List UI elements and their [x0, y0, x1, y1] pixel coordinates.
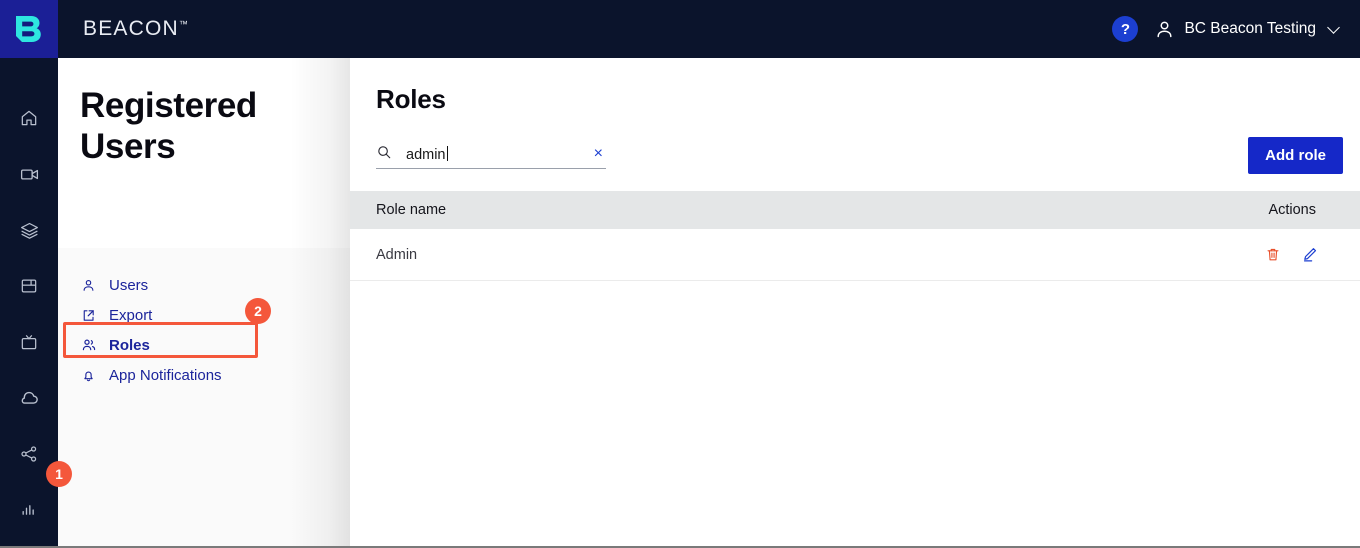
sidebar-item-app-notifications[interactable]: App Notifications	[80, 360, 350, 390]
roles-title: Roles	[376, 84, 446, 114]
brand-title: BEACON™	[83, 17, 188, 41]
roles-table-header: Role name Actions	[350, 191, 1360, 229]
rail-item-home[interactable]	[0, 98, 58, 138]
help-icon[interactable]: ?	[1112, 16, 1139, 42]
delete-icon[interactable]	[1265, 246, 1281, 263]
registered-users-panel: Registered Users Users Export Roles App …	[58, 58, 350, 546]
search-input-value: admin	[406, 146, 446, 163]
top-bar: BEACON™ ? BC Beacon Testing	[0, 0, 1360, 58]
sidebar-item-label: Users	[109, 276, 149, 294]
row-action-buttons	[1265, 246, 1334, 263]
album-icon	[21, 279, 37, 293]
account-name: BC Beacon Testing	[1184, 20, 1316, 37]
sidebar-item-label: Roles	[109, 336, 150, 354]
help-icon-label: ?	[1120, 20, 1131, 38]
top-bar-right: ? BC Beacon Testing	[1112, 16, 1340, 42]
clear-search-icon[interactable]: ×	[591, 146, 606, 162]
step-badge-1: 1	[46, 461, 72, 487]
bell-icon	[80, 368, 97, 383]
search-input[interactable]: admin	[406, 145, 591, 163]
step-badge-2: 2	[245, 298, 271, 324]
sidebar-item-roles[interactable]: Roles	[80, 330, 350, 360]
users-icon	[80, 337, 97, 353]
user-avatar-icon	[1157, 21, 1172, 37]
roles-panel: Roles admin × Add role Role name Actions…	[350, 58, 1360, 546]
cell-role-name: Admin	[376, 246, 418, 263]
add-role-button[interactable]: Add role	[1248, 137, 1343, 174]
sidebar-item-label: App Notifications	[109, 366, 222, 384]
user-icon	[80, 278, 97, 293]
table-row[interactable]: Admin	[350, 229, 1360, 281]
column-header-role-name: Role name	[376, 202, 447, 218]
search-field[interactable]: admin ×	[376, 140, 606, 169]
search-icon	[376, 144, 392, 165]
home-icon	[21, 110, 37, 126]
rail-item-library[interactable]	[0, 210, 58, 250]
sidebar-item-export[interactable]: Export	[80, 300, 350, 330]
export-icon	[80, 308, 97, 323]
beacon-logo[interactable]	[0, 0, 58, 58]
chevron-down-icon	[1327, 20, 1340, 34]
rail-item-channels[interactable]	[0, 322, 58, 362]
account-menu[interactable]: BC Beacon Testing	[1154, 19, 1340, 40]
column-header-actions: Actions	[1268, 202, 1316, 218]
panel-nav-area: Users Export Roles App Notifications	[58, 248, 350, 546]
bar-chart-icon	[22, 505, 34, 515]
panel-nav-list: Users Export Roles App Notifications	[58, 270, 350, 390]
layers-icon	[20, 222, 38, 239]
cloud-icon	[21, 391, 38, 404]
video-camera-icon	[20, 168, 38, 180]
share-icon	[21, 446, 37, 462]
rail-item-analytics[interactable]	[0, 490, 58, 530]
page-title: Registered Users	[80, 86, 257, 166]
app-window: BEACON™ ? BC Beacon Testing Registered U…	[0, 0, 1360, 548]
panel-header: Registered Users	[58, 58, 350, 248]
brand-name: BEACON	[83, 17, 179, 40]
rail-item-collections[interactable]	[0, 266, 58, 306]
rail-item-live[interactable]	[0, 154, 58, 194]
roles-header: Roles admin × Add role	[350, 58, 1360, 191]
rail-item-cloud[interactable]	[0, 378, 58, 418]
trademark-symbol: ™	[178, 19, 188, 29]
beacon-logo-mark	[16, 16, 41, 42]
edit-icon[interactable]	[1301, 246, 1318, 263]
sidebar-item-label: Export	[109, 306, 153, 324]
text-caret	[446, 145, 448, 161]
tv-icon	[21, 335, 37, 350]
sidebar-item-users[interactable]: Users	[80, 270, 350, 300]
